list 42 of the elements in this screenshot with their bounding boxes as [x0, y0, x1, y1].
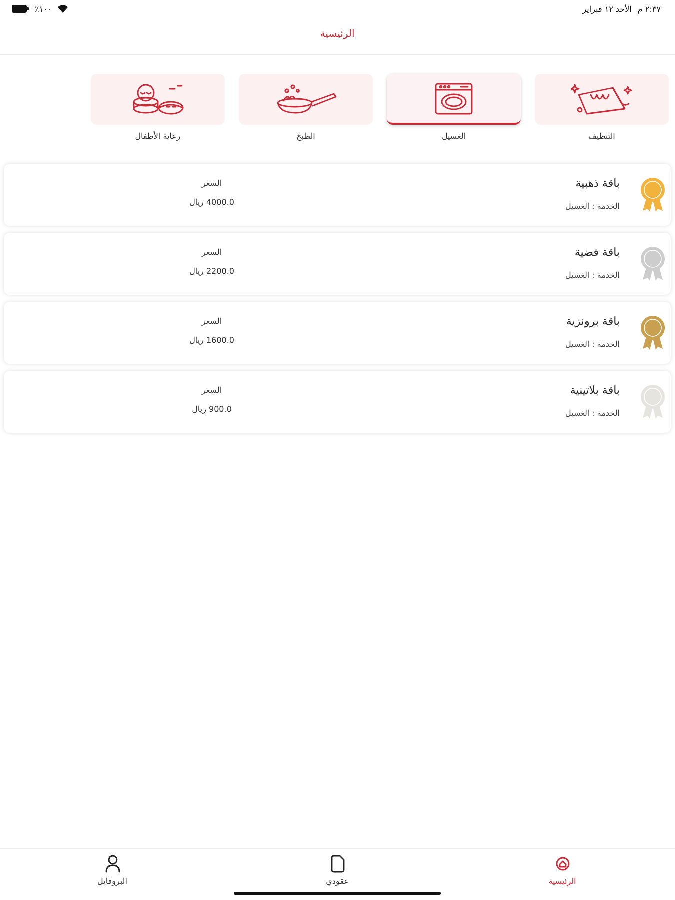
- wifi-icon: [58, 5, 68, 13]
- person-icon: [104, 855, 120, 873]
- category-tile[interactable]: [535, 74, 669, 125]
- washing-machine-icon: [433, 82, 475, 116]
- price-value: 900.0 ريال: [192, 404, 232, 416]
- package-name: باقة بلاتينية: [570, 383, 620, 399]
- service-text: الخدمة : الغسيل: [565, 408, 620, 420]
- service-text: الخدمة : الغسيل: [565, 270, 620, 282]
- package-card[interactable]: باقة فضية الخدمة : الغسيل السعر 2200.0 ريال: [4, 233, 671, 295]
- nav-tab[interactable]: البروفايل: [98, 855, 128, 888]
- service-text: الخدمة : الغسيل: [565, 339, 620, 351]
- page-title: الرئيسية: [320, 28, 355, 40]
- service-text: الخدمة : الغسيل: [565, 201, 620, 213]
- battery-percent: ١٠٠٪: [35, 4, 52, 14]
- nav-tab[interactable]: الرئيسية: [548, 855, 576, 888]
- price-value: 2200.0 ريال: [190, 266, 234, 278]
- price-label: السعر: [202, 316, 222, 328]
- category-tile[interactable]: [239, 74, 373, 125]
- category-label: الغسيل: [442, 131, 466, 143]
- home-icon: [556, 857, 570, 871]
- category-label: التنظيف: [588, 131, 616, 143]
- status-time: ٢:٣٧ م: [638, 4, 661, 14]
- package-card[interactable]: باقة ذهبية الخدمة : الغسيل السعر 4000.0 ريال: [4, 164, 671, 226]
- status-date: الأحد ١٢ فبراير: [582, 4, 632, 14]
- category-label: الطبخ: [296, 131, 316, 143]
- package-name: باقة برونزية: [566, 314, 620, 330]
- nav-tab[interactable]: عقودي: [326, 855, 349, 888]
- package-name: باقة ذهبية: [576, 176, 620, 192]
- category-tile[interactable]: [387, 74, 521, 125]
- category-label: رعاية الأطفال: [135, 131, 181, 143]
- price-label: السعر: [202, 247, 222, 259]
- price-label: السعر: [202, 178, 222, 190]
- cleaning-cloth-icon: [571, 82, 633, 116]
- price-label: السعر: [202, 385, 222, 397]
- package-name: باقة فضية: [574, 245, 620, 261]
- battery-icon: [12, 5, 29, 13]
- price-value: 1600.0 ريال: [190, 335, 234, 347]
- category-tile[interactable]: [91, 74, 225, 125]
- price-value: 4000.0 ريال: [190, 197, 234, 209]
- document-icon: [330, 855, 346, 873]
- package-card[interactable]: باقة برونزية الخدمة : الغسيل السعر 1600.0 ريال: [4, 302, 671, 364]
- package-card[interactable]: باقة بلاتينية الخدمة : الغسيل السعر 900.0 ريال: [4, 371, 671, 433]
